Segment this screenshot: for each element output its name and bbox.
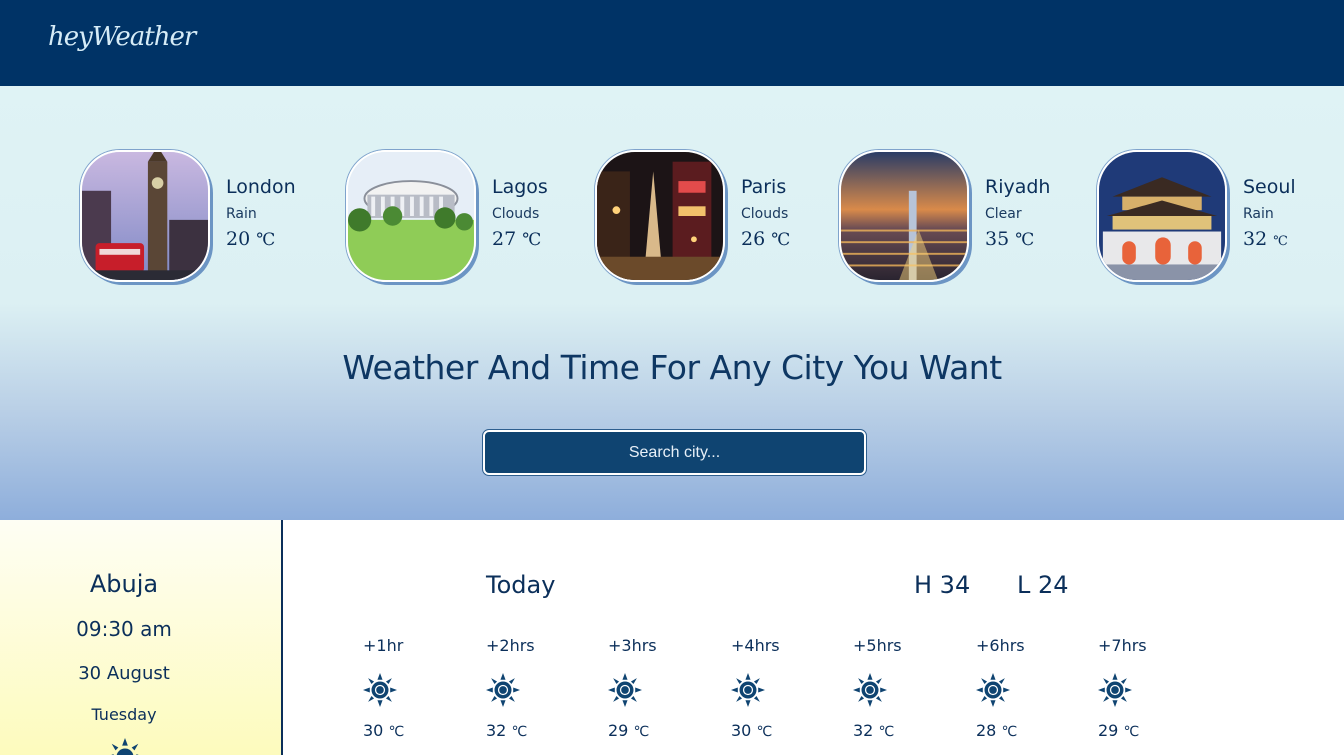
- low-temp: L 24: [1017, 571, 1069, 599]
- temp-value: 32: [853, 721, 874, 740]
- city-condition: Clear: [985, 206, 1022, 222]
- current-day: Tuesday: [91, 705, 157, 724]
- sun-icon: [1098, 673, 1132, 707]
- hourly-forecast-item: +7hrs 29 ℃: [1098, 636, 1188, 740]
- temp-unit: ℃: [511, 724, 528, 740]
- hourly-forecast-item: +4hrs 30 ℃: [731, 636, 821, 740]
- temp-unit: ℃: [756, 724, 773, 740]
- temp-value: 32: [486, 721, 507, 740]
- hour-offset-label: +2hrs: [486, 636, 535, 655]
- sun-icon: [853, 673, 887, 707]
- hour-offset-label: +3hrs: [608, 636, 657, 655]
- city-card-riyadh[interactable]: Riyadh Clear 35 ℃: [839, 150, 1059, 282]
- hour-temperature: 30 ℃: [731, 721, 821, 740]
- hour-offset-label: +7hrs: [1098, 636, 1147, 655]
- london-photo: [80, 150, 210, 282]
- current-time: 09:30 am: [76, 617, 172, 641]
- hourly-forecast-item: +5hrs 32 ℃: [853, 636, 943, 740]
- hour-temperature: 32 ℃: [486, 721, 576, 740]
- city-name: Riyadh: [985, 176, 1051, 198]
- sun-icon: [976, 673, 1010, 707]
- hour-temperature: 29 ℃: [1098, 721, 1188, 740]
- paris-photo: [595, 150, 725, 282]
- temp-unit: ℃: [522, 230, 542, 250]
- lagos-photo: [346, 150, 476, 282]
- top-navbar: heyWeather: [0, 0, 1344, 86]
- temp-unit: ℃: [1273, 234, 1288, 249]
- seoul-info: Seoul Rain 32 ℃: [1243, 176, 1296, 250]
- sun-icon: [363, 673, 397, 707]
- hour-temperature: 28 ℃: [976, 721, 1066, 740]
- hour-offset-label: +4hrs: [731, 636, 780, 655]
- temp-value: 29: [1098, 721, 1119, 740]
- city-card-lagos[interactable]: Lagos Clouds 27 ℃: [346, 150, 566, 282]
- city-name: London: [226, 176, 296, 198]
- hour-offset-label: +1hr: [363, 636, 404, 655]
- city-temperature: 35 ℃: [985, 228, 1050, 250]
- panel-divider: [281, 520, 283, 755]
- riyadh-info: Riyadh Clear 35 ℃: [985, 176, 1050, 250]
- temp-unit: ℃: [388, 724, 405, 740]
- hour-offset-label: +6hrs: [976, 636, 1025, 655]
- high-temp: H 34: [914, 571, 971, 599]
- london-info: London Rain 20 ℃: [226, 176, 296, 250]
- city-name: Seoul: [1243, 176, 1296, 198]
- city-name: Lagos: [492, 176, 548, 198]
- sun-icon: [111, 738, 139, 755]
- city-condition: Clouds: [492, 206, 540, 222]
- temp-value: 35: [985, 228, 1010, 250]
- forecast-today-label: Today: [486, 571, 556, 599]
- hourly-forecast-item: +1hr 30 ℃: [363, 636, 453, 740]
- temp-value: 28: [976, 721, 997, 740]
- hour-offset-label: +5hrs: [853, 636, 902, 655]
- temp-unit: ℃: [256, 230, 276, 250]
- current-city-name: Abuja: [89, 570, 159, 598]
- temp-value: 30: [363, 721, 384, 740]
- temp-value: 29: [608, 721, 629, 740]
- temp-value: 27: [492, 228, 517, 250]
- temp-unit: ℃: [1123, 724, 1140, 740]
- paris-info: Paris Clouds 26 ℃: [741, 176, 790, 250]
- sun-icon: [608, 673, 642, 707]
- city-card-london[interactable]: London Rain 20 ℃: [80, 150, 320, 282]
- sun-icon: [731, 673, 765, 707]
- hourly-forecast-item: +2hrs 32 ℃: [486, 636, 576, 740]
- temp-value: 30: [731, 721, 752, 740]
- sun-icon: [486, 673, 520, 707]
- city-condition: Rain: [1243, 206, 1274, 222]
- city-card-paris[interactable]: Paris Clouds 26 ℃: [595, 150, 815, 282]
- hero-section: London Rain 20 ℃ Lagos Clouds 27 ℃ Paris…: [0, 86, 1344, 520]
- temp-unit: ℃: [633, 724, 650, 740]
- search-city-input[interactable]: [482, 429, 867, 476]
- temp-value: 26: [741, 228, 766, 250]
- city-name: Paris: [741, 176, 787, 198]
- city-temperature: 32 ℃: [1243, 228, 1296, 250]
- current-city-panel: Abuja 09:30 am 30 August Tuesday: [0, 520, 281, 755]
- hour-temperature: 32 ℃: [853, 721, 943, 740]
- city-temperature: 27 ℃: [492, 228, 548, 250]
- lagos-info: Lagos Clouds 27 ℃: [492, 176, 548, 250]
- temp-value: 32: [1243, 228, 1268, 250]
- temp-value: 20: [226, 228, 251, 250]
- hero-headline: Weather And Time For Any City You Want: [342, 348, 1002, 387]
- hourly-forecast-item: +6hrs 28 ℃: [976, 636, 1066, 740]
- hourly-forecast-item: +3hrs 29 ℃: [608, 636, 698, 740]
- temp-unit: ℃: [771, 230, 791, 250]
- seoul-photo: [1097, 150, 1227, 282]
- hour-temperature: 30 ℃: [363, 721, 453, 740]
- temp-unit: ℃: [1001, 724, 1018, 740]
- city-temperature: 20 ℃: [226, 228, 296, 250]
- city-condition: Clouds: [741, 206, 789, 222]
- temp-unit: ℃: [1015, 230, 1035, 250]
- app-logo[interactable]: heyWeather: [48, 22, 196, 52]
- riyadh-photo: [839, 150, 969, 282]
- city-condition: Rain: [226, 206, 257, 222]
- current-date: 30 August: [78, 663, 170, 684]
- city-temperature: 26 ℃: [741, 228, 790, 250]
- hour-temperature: 29 ℃: [608, 721, 698, 740]
- temp-unit: ℃: [878, 724, 895, 740]
- city-card-seoul[interactable]: Seoul Rain 32 ℃: [1097, 150, 1337, 282]
